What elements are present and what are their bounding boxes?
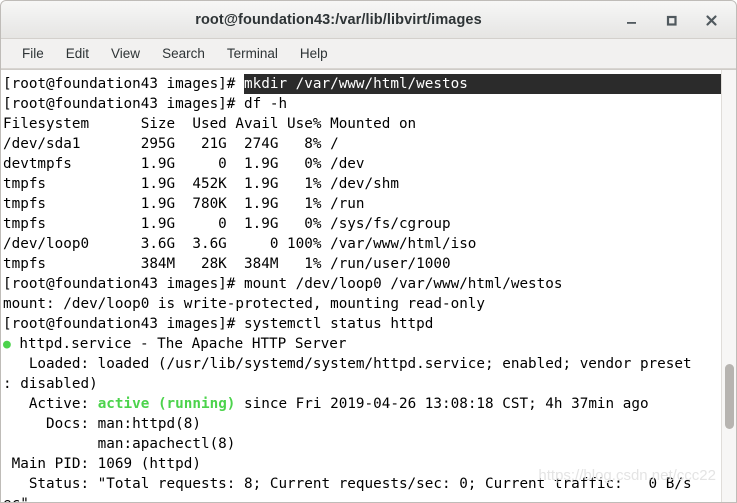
scrollbar-thumb[interactable]: [725, 363, 734, 429]
terminal-line: Active: active (running) since Fri 2019-…: [3, 394, 721, 414]
terminal-text: tmpfs 1.9G 452K 1.9G 1% /dev/shm: [3, 176, 399, 192]
maximize-icon[interactable]: [662, 11, 680, 29]
terminal-line: devtmpfs 1.9G 0 1.9G 0% /dev: [3, 154, 721, 174]
terminal-scrollbar[interactable]: [721, 70, 736, 502]
terminal-text: /dev/loop0 3.6G 3.6G 0 100% /var/www/htm…: [3, 236, 477, 252]
terminal-line: tmpfs 384M 28K 384M 1% /run/user/1000: [3, 254, 721, 274]
terminal-line: [root@foundation43 images]# mount /dev/l…: [3, 274, 721, 294]
terminal-line: Loaded: loaded (/usr/lib/systemd/system/…: [3, 354, 721, 374]
terminal-line: [root@foundation43 images]# df -h: [3, 94, 721, 114]
terminal-area: [root@foundation43 images]# mkdir /var/w…: [1, 69, 736, 502]
menu-item-help[interactable]: Help: [289, 43, 339, 64]
terminal-line: Docs: man:httpd(8): [3, 414, 721, 434]
menu-bar: File Edit View Search Terminal Help: [1, 39, 736, 69]
terminal-line: [root@foundation43 images]# systemctl st…: [3, 314, 721, 334]
terminal-text: Filesystem Size Used Avail Use% Mounted …: [3, 116, 417, 132]
shell-prompt: [root@foundation43 images]#: [3, 276, 245, 292]
terminal-text: systemctl status httpd: [244, 316, 434, 332]
terminal-text: man:apachectl(8): [3, 436, 236, 452]
selected-command-text[interactable]: mkdir /var/www/html/westos: [244, 74, 721, 94]
terminal-line: /dev/loop0 3.6G 3.6G 0 100% /var/www/htm…: [3, 234, 721, 254]
terminal-window: root@foundation43:/var/lib/libvirt/image…: [0, 0, 737, 503]
terminal-line: mount: /dev/loop0 is write-protected, mo…: [3, 294, 721, 314]
terminal-text: ec": [3, 496, 29, 502]
terminal-text: tmpfs 1.9G 0 1.9G 0% /sys/fs/cgroup: [3, 216, 451, 232]
terminal-text: Docs: man:httpd(8): [3, 416, 201, 432]
terminal-text: httpd.service - The Apache HTTP Server: [10, 336, 347, 352]
terminal-line: Main PID: 1069 (httpd): [3, 454, 721, 474]
minimize-icon[interactable]: [622, 11, 640, 29]
shell-prompt: [root@foundation43 images]#: [3, 316, 245, 332]
active-running-status: active (running): [97, 396, 236, 412]
terminal-text: Main PID: 1069 (httpd): [3, 456, 201, 472]
terminal-text: Loaded: loaded (/usr/lib/systemd/system/…: [3, 356, 692, 372]
terminal-line: /dev/sda1 295G 21G 274G 8% /: [3, 134, 721, 154]
terminal-line: Status: "Total requests: 8; Current requ…: [3, 474, 721, 494]
terminal-line: : disabled): [3, 374, 721, 394]
terminal-text: tmpfs 384M 28K 384M 1% /run/user/1000: [3, 256, 451, 272]
shell-prompt: [root@foundation43 images]#: [3, 96, 245, 112]
shell-prompt: [root@foundation43 images]#: [3, 76, 245, 92]
terminal-line: ec": [3, 494, 721, 502]
menu-item-view[interactable]: View: [100, 43, 151, 64]
terminal-text: since Fri 2019-04-26 13:08:18 CST; 4h 37…: [235, 396, 649, 412]
terminal-text: mount: /dev/loop0 is write-protected, mo…: [3, 296, 486, 312]
service-status-bullet-icon: ●: [3, 337, 11, 352]
terminal-line: Filesystem Size Used Avail Use% Mounted …: [3, 114, 721, 134]
window-controls: [622, 1, 728, 39]
terminal-text: mount /dev/loop0 /var/www/html/westos: [244, 276, 563, 292]
terminal-text: df -h: [244, 96, 288, 112]
menu-item-file[interactable]: File: [11, 43, 55, 64]
terminal-text: : disabled): [3, 376, 98, 392]
terminal-text: Status: "Total requests: 8; Current requ…: [3, 476, 692, 492]
terminal-text: Active:: [3, 396, 98, 412]
terminal-line: tmpfs 1.9G 780K 1.9G 1% /run: [3, 194, 721, 214]
close-icon[interactable]: [702, 11, 720, 29]
menu-item-search[interactable]: Search: [151, 43, 216, 64]
menu-item-edit[interactable]: Edit: [55, 43, 100, 64]
menu-item-terminal[interactable]: Terminal: [216, 43, 289, 64]
terminal-line: tmpfs 1.9G 0 1.9G 0% /sys/fs/cgroup: [3, 214, 721, 234]
title-bar[interactable]: root@foundation43:/var/lib/libvirt/image…: [1, 1, 736, 39]
terminal-line: man:apachectl(8): [3, 434, 721, 454]
terminal-text: tmpfs 1.9G 780K 1.9G 1% /run: [3, 196, 365, 212]
terminal-text: /dev/sda1 295G 21G 274G 8% /: [3, 136, 339, 152]
terminal-line: tmpfs 1.9G 452K 1.9G 1% /dev/shm: [3, 174, 721, 194]
terminal-text: devtmpfs 1.9G 0 1.9G 0% /dev: [3, 156, 365, 172]
terminal-line: [root@foundation43 images]# mkdir /var/w…: [3, 74, 721, 94]
terminal-output[interactable]: [root@foundation43 images]# mkdir /var/w…: [1, 70, 721, 502]
terminal-line: ● httpd.service - The Apache HTTP Server: [3, 334, 721, 354]
window-title: root@foundation43:/var/lib/libvirt/image…: [195, 11, 482, 28]
